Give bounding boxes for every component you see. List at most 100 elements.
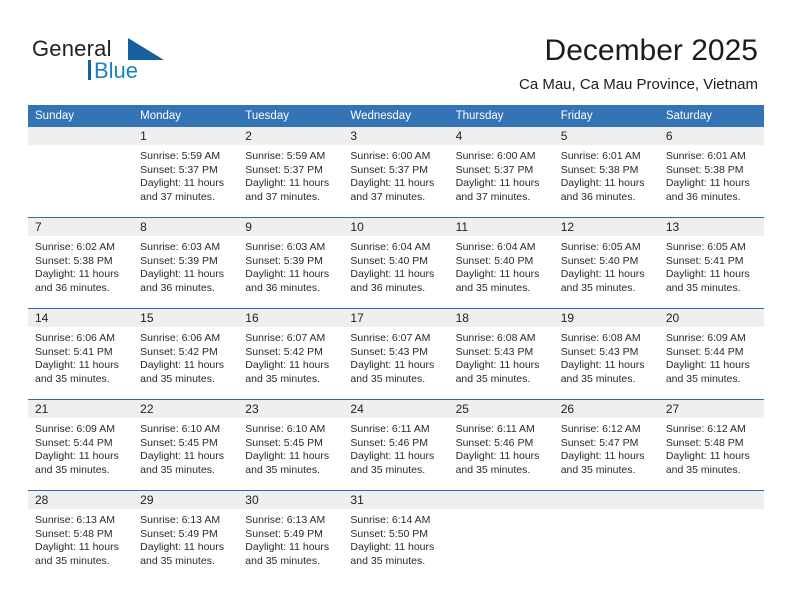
calendar-day-cell[interactable]: 15 Sunrise: 6:06 AM Sunset: 5:42 PM Dayligh…: [133, 308, 239, 400]
sunset-text: Sunset: 5:38 PM: [665, 163, 744, 176]
calendar-day-cell[interactable]: 28 Sunrise: 6:13 AM Sunset: 5:48 PM Dayligh…: [28, 490, 134, 581]
calendar-day-cell[interactable]: 22 Sunrise: 6:10 AM Sunset: 5:45 PM Dayligh…: [133, 399, 239, 491]
day-number: 5: [553, 127, 659, 145]
day-cell-content: 15 Sunrise: 6:06 AM Sunset: 5:42 PM Dayligh…: [133, 309, 239, 399]
day-number: 1: [133, 127, 239, 145]
calendar-day-cell[interactable]: 18 Sunrise: 6:08 AM Sunset: 5:43 PM Dayligh…: [448, 308, 554, 400]
calendar-day-cell[interactable]: 16 Sunrise: 6:07 AM Sunset: 5:42 PM Dayligh…: [238, 308, 344, 400]
sunrise-text: Sunrise: 6:05 AM: [665, 241, 746, 253]
day-cell-content: 4 Sunrise: 6:00 AM Sunset: 5:37 PM Daylight…: [448, 127, 554, 217]
calendar-day-cell[interactable]: [448, 490, 554, 581]
calendar-week-row: 1 Sunrise: 5:59 AM Sunset: 5:37 PM Daylight…: [28, 127, 764, 218]
day-number: 28: [28, 491, 134, 509]
sunset-text: Sunset: 5:38 PM: [560, 163, 639, 176]
daylight-text: Daylight: 11 hours and 37 minutes.: [350, 177, 435, 203]
day-cell-content: 3 Sunrise: 6:00 AM Sunset: 5:37 PM Daylight…: [343, 127, 449, 217]
calendar-day-cell[interactable]: 6 Sunrise: 6:01 AM Sunset: 5:38 PM Daylight…: [658, 127, 764, 218]
sunset-text: Sunset: 5:48 PM: [665, 436, 744, 449]
day-number: 8: [133, 218, 239, 236]
sunset-text: Sunset: 5:45 PM: [140, 436, 218, 449]
day-cell-content: 16 Sunrise: 6:07 AM Sunset: 5:42 PM Dayligh…: [238, 309, 344, 399]
sunrise-text: Sunrise: 6:02 AM: [35, 241, 115, 253]
daylight-text: Daylight: 11 hours and 35 minutes.: [350, 541, 435, 567]
calendar-day-cell[interactable]: 14 Sunrise: 6:06 AM Sunset: 5:41 PM Dayligh…: [28, 308, 134, 400]
sunrise-text: Sunrise: 6:13 AM: [35, 514, 115, 526]
calendar-day-cell[interactable]: 4 Sunrise: 6:00 AM Sunset: 5:37 PM Daylight…: [448, 127, 554, 218]
calendar-day-cell[interactable]: 25 Sunrise: 6:11 AM Sunset: 5:46 PM Dayligh…: [448, 399, 554, 491]
day-number: 4: [448, 127, 554, 145]
sunrise-text: Sunrise: 6:10 AM: [140, 423, 221, 435]
sunset-text: Sunset: 5:47 PM: [560, 436, 639, 449]
day-cell-content: [553, 491, 659, 581]
calendar-day-cell[interactable]: 23 Sunrise: 6:10 AM Sunset: 5:45 PM Dayligh…: [238, 399, 344, 491]
sunrise-text: Sunrise: 6:00 AM: [455, 150, 536, 162]
day-cell-content: [448, 491, 554, 581]
day-cell-content: 29 Sunrise: 6:13 AM Sunset: 5:49 PM Dayligh…: [133, 491, 239, 581]
day-number: 9: [238, 218, 344, 236]
daylight-text: Daylight: 11 hours and 35 minutes.: [245, 359, 330, 385]
calendar-day-cell[interactable]: 8 Sunrise: 6:03 AM Sunset: 5:39 PM Daylight…: [133, 217, 239, 309]
calendar-day-cell[interactable]: 9 Sunrise: 6:03 AM Sunset: 5:39 PM Daylight…: [238, 217, 344, 309]
weekday-header-sunday: Sunday: [28, 105, 134, 127]
sunrise-text: Sunrise: 6:01 AM: [560, 150, 641, 162]
day-cell-content: 14 Sunrise: 6:06 AM Sunset: 5:41 PM Dayligh…: [28, 309, 134, 399]
calendar-day-cell[interactable]: 5 Sunrise: 6:01 AM Sunset: 5:38 PM Daylight…: [553, 127, 659, 218]
calendar-day-cell[interactable]: 21 Sunrise: 6:09 AM Sunset: 5:44 PM Dayligh…: [28, 399, 134, 491]
day-number: 27: [658, 400, 764, 418]
calendar-day-cell[interactable]: [658, 490, 764, 581]
day-sun-info: Sunrise: 6:11 AM Sunset: 5:46 PM Daylight:…: [449, 418, 554, 477]
sunset-text: Sunset: 5:37 PM: [140, 163, 218, 176]
day-number: 10: [343, 218, 449, 236]
calendar-day-cell[interactable]: 2 Sunrise: 5:59 AM Sunset: 5:37 PM Daylight…: [238, 127, 344, 218]
calendar-day-cell[interactable]: 19 Sunrise: 6:08 AM Sunset: 5:43 PM Dayligh…: [553, 308, 659, 400]
calendar-day-cell[interactable]: 13 Sunrise: 6:05 AM Sunset: 5:41 PM Dayligh…: [658, 217, 764, 309]
sunset-text: Sunset: 5:44 PM: [35, 436, 113, 449]
day-number: 26: [553, 400, 659, 418]
calendar-day-cell[interactable]: 11 Sunrise: 6:04 AM Sunset: 5:40 PM Dayligh…: [448, 217, 554, 309]
sunrise-text: Sunrise: 6:09 AM: [35, 423, 115, 435]
weekday-header-wednesday: Wednesday: [343, 105, 449, 127]
sunset-text: Sunset: 5:48 PM: [35, 527, 113, 540]
sunrise-text: Sunrise: 6:08 AM: [455, 332, 536, 344]
day-cell-content: [658, 491, 764, 581]
sunset-text: Sunset: 5:42 PM: [140, 345, 218, 358]
daylight-text: Daylight: 11 hours and 35 minutes.: [35, 541, 119, 567]
day-number: [28, 127, 134, 145]
calendar-day-cell[interactable]: 29 Sunrise: 6:13 AM Sunset: 5:49 PM Dayligh…: [133, 490, 239, 581]
calendar-day-cell[interactable]: 7 Sunrise: 6:02 AM Sunset: 5:38 PM Daylight…: [28, 217, 134, 309]
calendar-day-cell[interactable]: 27 Sunrise: 6:12 AM Sunset: 5:48 PM Dayligh…: [658, 399, 764, 491]
day-sun-info: Sunrise: 6:11 AM Sunset: 5:46 PM Daylight:…: [343, 418, 448, 477]
daylight-text: Daylight: 11 hours and 35 minutes.: [455, 450, 540, 476]
calendar-day-cell[interactable]: 31 Sunrise: 6:14 AM Sunset: 5:50 PM Dayligh…: [343, 490, 449, 581]
daylight-text: Daylight: 11 hours and 35 minutes.: [350, 359, 435, 385]
sunset-text: Sunset: 5:37 PM: [245, 163, 323, 176]
calendar-day-cell[interactable]: 1 Sunrise: 5:59 AM Sunset: 5:37 PM Daylight…: [133, 127, 239, 218]
sunset-text: Sunset: 5:40 PM: [350, 254, 429, 267]
daylight-text: Daylight: 11 hours and 35 minutes.: [665, 359, 750, 385]
calendar-day-cell[interactable]: 10 Sunrise: 6:04 AM Sunset: 5:40 PM Dayligh…: [343, 217, 449, 309]
calendar-day-cell[interactable]: 26 Sunrise: 6:12 AM Sunset: 5:47 PM Dayligh…: [553, 399, 659, 491]
day-number: 23: [238, 400, 344, 418]
day-number: 25: [448, 400, 554, 418]
sunset-text: Sunset: 5:38 PM: [35, 254, 113, 267]
calendar-day-cell[interactable]: 30 Sunrise: 6:13 AM Sunset: 5:49 PM Dayligh…: [238, 490, 344, 581]
day-sun-info: Sunrise: 6:04 AM Sunset: 5:40 PM Daylight:…: [343, 236, 448, 295]
day-cell-content: 26 Sunrise: 6:12 AM Sunset: 5:47 PM Dayligh…: [553, 400, 659, 490]
day-cell-content: [28, 127, 134, 217]
day-sun-info: Sunrise: 6:09 AM Sunset: 5:44 PM Daylight:…: [28, 418, 133, 477]
day-cell-content: 24 Sunrise: 6:11 AM Sunset: 5:46 PM Dayligh…: [343, 400, 449, 490]
calendar-day-cell[interactable]: 17 Sunrise: 6:07 AM Sunset: 5:43 PM Dayligh…: [343, 308, 449, 400]
calendar-day-cell[interactable]: [28, 127, 134, 218]
calendar-day-cell[interactable]: [553, 490, 659, 581]
calendar-day-cell[interactable]: 24 Sunrise: 6:11 AM Sunset: 5:46 PM Dayligh…: [343, 399, 449, 491]
daylight-text: Daylight: 11 hours and 36 minutes.: [560, 177, 645, 203]
sunrise-text: Sunrise: 5:59 AM: [245, 150, 326, 162]
calendar-day-cell[interactable]: 20 Sunrise: 6:09 AM Sunset: 5:44 PM Dayligh…: [658, 308, 764, 400]
calendar-day-cell[interactable]: 12 Sunrise: 6:05 AM Sunset: 5:40 PM Dayligh…: [553, 217, 659, 309]
sunrise-text: Sunrise: 6:04 AM: [350, 241, 431, 253]
sunrise-text: Sunrise: 6:06 AM: [140, 332, 221, 344]
calendar-day-cell[interactable]: 3 Sunrise: 6:00 AM Sunset: 5:37 PM Daylight…: [343, 127, 449, 218]
sunrise-text: Sunrise: 6:11 AM: [350, 423, 430, 435]
daylight-text: Daylight: 11 hours and 35 minutes.: [560, 359, 645, 385]
sunrise-text: Sunrise: 6:07 AM: [350, 332, 431, 344]
